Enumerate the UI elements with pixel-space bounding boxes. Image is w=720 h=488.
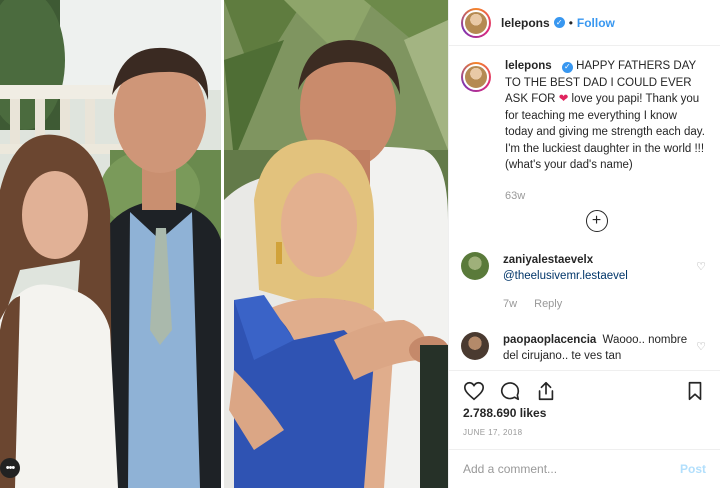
comment-avatar[interactable] xyxy=(461,252,489,280)
caption-username[interactable]: lelepons xyxy=(505,60,552,72)
load-more-comments-button[interactable]: + xyxy=(585,210,608,232)
photo-father-daughter-recent xyxy=(224,0,448,488)
header-separator: • xyxy=(568,15,573,30)
heart-outline-icon[interactable] xyxy=(463,380,485,402)
follow-button[interactable]: Follow xyxy=(577,16,615,30)
action-bar xyxy=(449,370,720,410)
caption-verified-badge-icon: ✓ xyxy=(561,61,573,73)
comment-mention-link[interactable]: @theelusivemr.lestaevel xyxy=(503,270,628,282)
red-heart-emoji-icon: ❤ xyxy=(558,93,569,105)
post-media[interactable]: ••• xyxy=(0,0,448,488)
comments-list[interactable]: lelepons ✓ HAPPY FATHERS DAY TO THE BEST… xyxy=(449,58,720,368)
post-date: JUNE 17, 2018 xyxy=(463,428,523,437)
comment-item: paopaoplacencia Waooo.. nombre del ciruj… xyxy=(461,332,708,364)
verified-badge-icon: ✓ xyxy=(553,17,565,28)
comment-body: paopaoplacencia Waooo.. nombre del ciruj… xyxy=(503,332,703,364)
profile-avatar[interactable] xyxy=(461,7,491,38)
more-options-icon[interactable]: ••• xyxy=(0,458,20,478)
photo-left-illustration xyxy=(0,0,221,488)
caption-timestamp: 63w xyxy=(505,189,526,202)
comment-username[interactable]: zaniyalestaevelx xyxy=(503,254,593,266)
post-header: lelepons ✓ • Follow xyxy=(449,0,720,46)
comment-reply-button[interactable]: Reply xyxy=(534,298,562,310)
post-detail-panel: lelepons ✓ • Follow lelepons ✓ HAPPY FAT… xyxy=(448,0,720,488)
comment-username[interactable]: paopaoplacencia xyxy=(503,334,596,346)
add-comment-section: Post xyxy=(449,449,720,488)
share-icon[interactable] xyxy=(535,380,557,402)
comment-timestamp: 7w xyxy=(503,298,518,310)
caption-text: lelepons ✓ HAPPY FATHERS DAY TO THE BEST… xyxy=(505,58,705,204)
comment-icon[interactable] xyxy=(499,380,521,402)
post-caption: lelepons ✓ HAPPY FATHERS DAY TO THE BEST… xyxy=(461,58,708,204)
caption-avatar[interactable] xyxy=(461,62,491,92)
comment-item: zaniyalestaevelx @theelusivemr.lestaevel… xyxy=(461,252,708,312)
comment-meta: 7w Reply xyxy=(503,296,703,312)
photo-father-daughter-childhood: ••• xyxy=(0,0,221,488)
likes-count[interactable]: 2.788.690 likes xyxy=(463,406,546,420)
photo-right-illustration xyxy=(224,0,448,488)
comment-like-heart-icon[interactable]: ♡ xyxy=(696,260,706,273)
bookmark-icon[interactable] xyxy=(684,380,706,402)
header-username[interactable]: lelepons xyxy=(501,16,550,30)
comment-body: zaniyalestaevelx @theelusivemr.lestaevel… xyxy=(503,252,703,312)
comment-like-heart-icon[interactable]: ♡ xyxy=(696,340,706,353)
post-comment-button[interactable]: Post xyxy=(680,462,706,476)
comment-avatar[interactable] xyxy=(461,332,489,360)
comment-input[interactable] xyxy=(463,462,680,476)
